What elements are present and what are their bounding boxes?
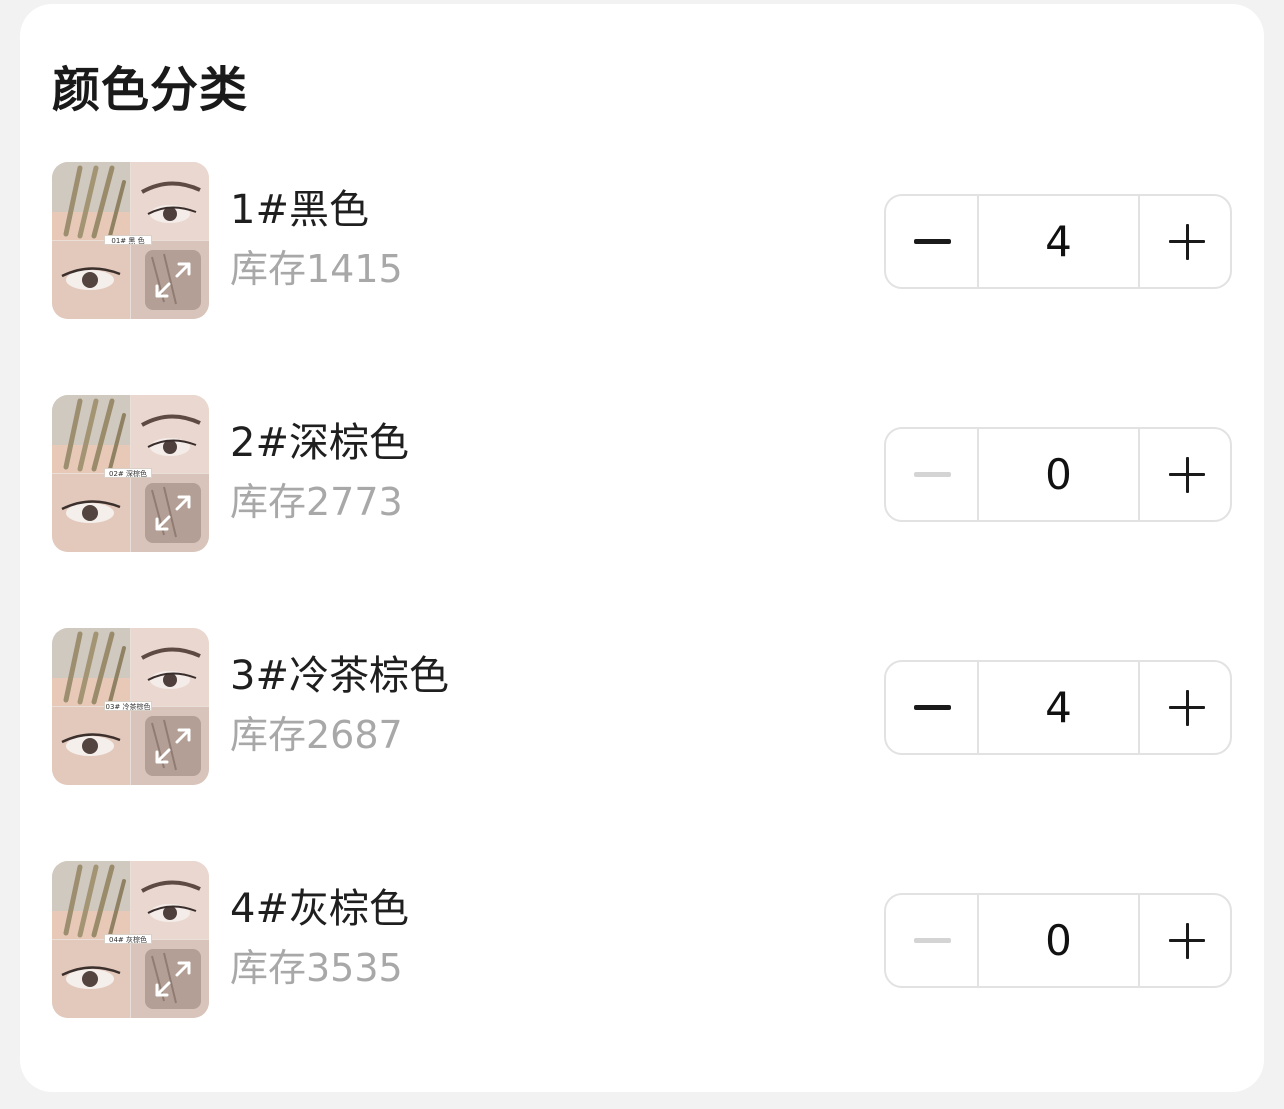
quantity-stepper: 4 <box>884 660 1232 755</box>
expand-button[interactable] <box>145 949 201 1009</box>
increment-button[interactable] <box>1138 429 1232 520</box>
thumbnail-caption: 03# 冷茶棕色 <box>104 701 152 711</box>
quantity-value[interactable]: 4 <box>979 662 1138 753</box>
minus-icon <box>914 472 951 477</box>
variant-thumbnail[interactable]: 03# 冷茶棕色 <box>52 628 209 785</box>
thumbnail-caption: 01# 黑 色 <box>104 235 152 245</box>
variant-name: 2#深棕色 <box>230 420 409 466</box>
increment-button[interactable] <box>1138 196 1232 287</box>
quantity-stepper: 0 <box>884 427 1232 522</box>
variant-name: 1#黑色 <box>230 187 369 233</box>
minus-icon <box>914 239 951 244</box>
variant-name: 3#冷茶棕色 <box>230 653 449 699</box>
minus-icon <box>914 938 951 943</box>
variant-stock: 库存2687 <box>230 713 403 757</box>
decrement-button[interactable] <box>886 662 979 753</box>
expand-arrows-icon <box>155 961 191 997</box>
decrement-button[interactable] <box>886 429 979 520</box>
variant-stock: 库存3535 <box>230 946 403 990</box>
variant-thumbnail[interactable]: 02# 深棕色 <box>52 395 209 552</box>
increment-button[interactable] <box>1138 662 1232 753</box>
section-title: 颜色分类 <box>52 62 249 118</box>
variant-thumbnail[interactable]: 01# 黑 色 <box>52 162 209 319</box>
variant-row[interactable]: 01# 黑 色 1#黑色 库存1415 4 <box>52 162 1232 320</box>
expand-button[interactable] <box>145 716 201 776</box>
variant-row[interactable]: 04# 灰棕色 4#灰棕色 库存3535 0 <box>52 861 1232 1019</box>
variant-row[interactable]: 03# 冷茶棕色 3#冷茶棕色 库存2687 4 <box>52 628 1232 786</box>
minus-icon <box>914 705 951 710</box>
quantity-stepper: 0 <box>884 893 1232 988</box>
quantity-value[interactable]: 0 <box>979 895 1138 986</box>
variant-name: 4#灰棕色 <box>230 886 409 932</box>
variant-stock: 库存2773 <box>230 480 403 524</box>
variant-stock: 库存1415 <box>230 247 403 291</box>
decrement-button[interactable] <box>886 196 979 287</box>
variant-thumbnail[interactable]: 04# 灰棕色 <box>52 861 209 1018</box>
quantity-value[interactable]: 0 <box>979 429 1138 520</box>
decrement-button[interactable] <box>886 895 979 986</box>
color-category-card: 颜色分类 01# 黑 色 1#黑色 库存1415 4 02# 深棕色 2#深棕色… <box>20 4 1264 1092</box>
expand-button[interactable] <box>145 483 201 543</box>
expand-arrows-icon <box>155 495 191 531</box>
quantity-value[interactable]: 4 <box>979 196 1138 287</box>
increment-button[interactable] <box>1138 895 1232 986</box>
variant-row[interactable]: 02# 深棕色 2#深棕色 库存2773 0 <box>52 395 1232 553</box>
expand-arrows-icon <box>155 262 191 298</box>
thumbnail-caption: 02# 深棕色 <box>104 468 152 478</box>
expand-arrows-icon <box>155 728 191 764</box>
expand-button[interactable] <box>145 250 201 310</box>
quantity-stepper: 4 <box>884 194 1232 289</box>
thumbnail-caption: 04# 灰棕色 <box>104 934 152 944</box>
